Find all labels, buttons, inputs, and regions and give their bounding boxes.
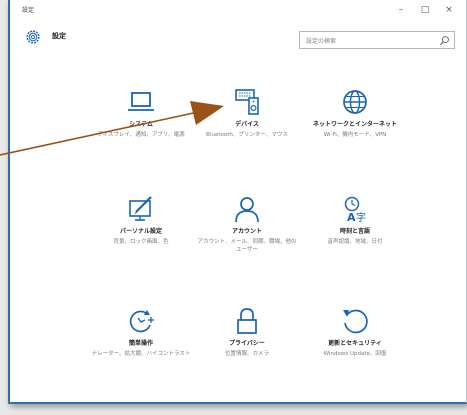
tile-desc: アカウント、メール、同期、職場、他のユーザー (197, 239, 297, 253)
search-icon[interactable] (439, 35, 450, 46)
tile-title: アカウント (231, 228, 262, 235)
search-placeholder: 設定の検索 (306, 38, 337, 45)
minimize-button[interactable]: – (390, 3, 412, 17)
tile-network[interactable]: ネットワークとインターネット Wi-Fi、機内モード、VPN (303, 88, 407, 139)
tile-title: デバイス (235, 121, 259, 128)
personalization-icon (129, 196, 152, 221)
window-title: 設定 (22, 7, 35, 14)
search-input[interactable]: 設定の検索 (299, 31, 455, 49)
tile-title: 時刻と言語 (339, 228, 370, 235)
tile-desc: 音声認識、地域、日付 (327, 239, 383, 245)
devices-icon (235, 89, 259, 115)
title-bar[interactable]: 設定 – □ × (10, 0, 466, 22)
tile-ease-of-access[interactable]: 簡単操作 ナレーター、拡大鏡、ハイコントラスト (89, 307, 193, 358)
gear-icon (26, 30, 40, 44)
settings-header: 設定 設定の検索 (10, 22, 466, 56)
tile-desc: 背景、ロック画面、色 (113, 239, 169, 245)
tile-time-language[interactable]: A 字 時刻と言語 音声認識、地域、日付 (303, 195, 407, 246)
svg-text:字: 字 (356, 211, 366, 223)
tile-desc: Wi-Fi、機内モード、VPN (323, 132, 387, 138)
tile-system[interactable]: システム ディスプレイ、通知、アプリ、電源 (89, 88, 193, 139)
tile-desc: ナレーター、拡大鏡、ハイコントラスト (91, 351, 191, 357)
tile-desc: 位置情報、カメラ (224, 351, 269, 357)
tile-title: 更新とセキュリティ (328, 340, 382, 347)
tile-title: パーソナル設定 (119, 228, 162, 235)
tile-accounts[interactable]: アカウント アカウント、メール、同期、職場、他のユーザー (195, 195, 299, 254)
tile-privacy[interactable]: プライバシー 位置情報、カメラ (195, 307, 299, 358)
tile-title: システム (129, 121, 153, 128)
tile-title: 簡単操作 (128, 340, 153, 347)
lock-icon (237, 308, 257, 334)
maximize-button[interactable]: □ (414, 3, 436, 17)
tile-desc: Bluetooth、プリンター、マウス (206, 132, 288, 138)
page-title: 設定 (52, 32, 66, 40)
update-icon (343, 309, 368, 334)
laptop-icon (128, 92, 154, 111)
ease-of-access-icon (129, 310, 154, 333)
svg-text:A: A (347, 211, 356, 223)
tile-title: プライバシー (229, 340, 265, 347)
person-icon (235, 197, 259, 223)
time-language-icon: A 字 (344, 196, 366, 223)
tile-personalization[interactable]: パーソナル設定 背景、ロック画面、色 (89, 195, 193, 246)
tile-desc: ディスプレイ、通知、アプリ、電源 (97, 132, 185, 138)
tile-update-security[interactable]: 更新とセキュリティ Windows Update、回復 (303, 307, 407, 358)
settings-window: 設定 – □ × 設定 設定の検索 システム ディスプレイ、通知、アプリ、電源 (8, 0, 467, 404)
globe-icon (343, 90, 367, 114)
tile-desc: Windows Update、回復 (323, 351, 387, 357)
tile-devices[interactable]: デバイス Bluetooth、プリンター、マウス (195, 88, 299, 139)
tile-title: ネットワークとインターネット (312, 121, 397, 128)
close-button[interactable]: × (438, 3, 460, 17)
